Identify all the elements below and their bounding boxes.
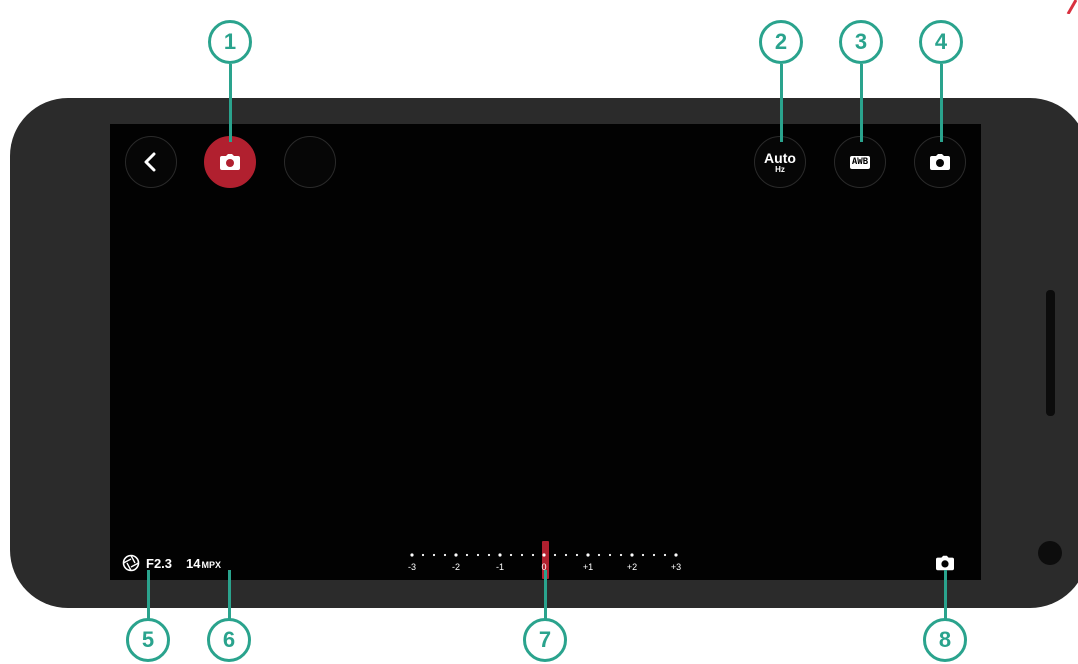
callout-5: 5 — [126, 618, 170, 662]
resolution-indicator: 14 MPX — [186, 556, 221, 571]
exposure-minor-tick — [597, 553, 601, 557]
back-button[interactable] — [125, 136, 177, 188]
chevron-left-icon — [144, 152, 156, 172]
phone-side-button — [1046, 290, 1055, 416]
exposure-major-tick — [454, 553, 458, 557]
callout-4: 4 — [919, 20, 963, 64]
resolution-value: 14 — [186, 555, 201, 571]
exposure-minor-tick — [487, 553, 491, 557]
antibanding-label: Auto — [764, 149, 796, 166]
exposure-major-tick — [410, 553, 414, 557]
exposure-minor-tick — [564, 553, 568, 557]
exposure-minor-tick — [641, 553, 645, 557]
exposure-minor-tick — [531, 553, 535, 557]
resolution-unit: MPX — [201, 559, 221, 570]
antibanding-button[interactable]: Auto Hz — [754, 136, 806, 188]
phone-sensor-dot — [1038, 541, 1062, 565]
exposure-minor-tick — [652, 553, 656, 557]
exposure-minor-tick — [663, 553, 667, 557]
callout-leader-6 — [228, 570, 231, 620]
callout-leader-7 — [544, 570, 547, 620]
exposure-minor-tick — [465, 553, 469, 557]
white-balance-button[interactable]: AWB — [834, 136, 886, 188]
exposure-major-tick — [498, 553, 502, 557]
exposure-label: +2 — [627, 562, 637, 572]
exposure-minor-tick — [608, 553, 612, 557]
exposure-label: -1 — [496, 562, 504, 572]
aperture-icon — [122, 554, 140, 572]
callout-leader-1 — [229, 64, 232, 142]
exposure-major-tick — [674, 553, 678, 557]
empty-mode-slot[interactable] — [284, 136, 336, 188]
callout-8: 8 — [923, 618, 967, 662]
callout-leader-2 — [780, 64, 783, 142]
exposure-minor-tick — [432, 553, 436, 557]
callout-3: 3 — [839, 20, 883, 64]
exposure-minor-tick — [575, 553, 579, 557]
callout-leader-5 — [147, 570, 150, 620]
camera-switch-button[interactable] — [914, 136, 966, 188]
corner-mark — [1066, 0, 1078, 14]
callout-leader-8 — [944, 570, 947, 620]
callout-6: 6 — [207, 618, 251, 662]
exposure-minor-tick — [443, 553, 447, 557]
exposure-label: -2 — [452, 562, 460, 572]
antibanding-unit: Hz — [775, 164, 785, 174]
exposure-minor-tick — [509, 553, 513, 557]
exposure-minor-tick — [421, 553, 425, 557]
aperture-value: F2.3 — [146, 555, 173, 571]
exposure-ticks — [410, 553, 678, 557]
camera-icon — [930, 154, 950, 170]
exposure-major-tick — [630, 553, 634, 557]
photo-mode-button[interactable] — [204, 136, 256, 188]
exposure-major-tick — [542, 553, 546, 557]
callout-2: 2 — [759, 20, 803, 64]
callout-7: 7 — [523, 618, 567, 662]
callout-leader-3 — [860, 64, 863, 142]
camera-icon — [220, 154, 240, 170]
awb-icon: AWB — [849, 155, 871, 169]
exposure-label: -3 — [408, 562, 416, 572]
exposure-major-tick — [586, 553, 590, 557]
exposure-label: +3 — [671, 562, 681, 572]
camera-viewfinder: Auto Hz AWB F2.3 14 MPX -3 -2 -1 0 +1 +2 +3 — [110, 124, 981, 580]
exposure-minor-tick — [476, 553, 480, 557]
exposure-label: +1 — [583, 562, 593, 572]
exposure-minor-tick — [553, 553, 557, 557]
callout-leader-4 — [940, 64, 943, 142]
camera-icon[interactable] — [936, 555, 954, 571]
capture-info: F2.3 14 MPX — [122, 554, 221, 572]
exposure-scale[interactable]: -3 -2 -1 0 +1 +2 +3 — [402, 540, 692, 580]
callout-1: 1 — [208, 20, 252, 64]
exposure-minor-tick — [520, 553, 524, 557]
exposure-minor-tick — [619, 553, 623, 557]
